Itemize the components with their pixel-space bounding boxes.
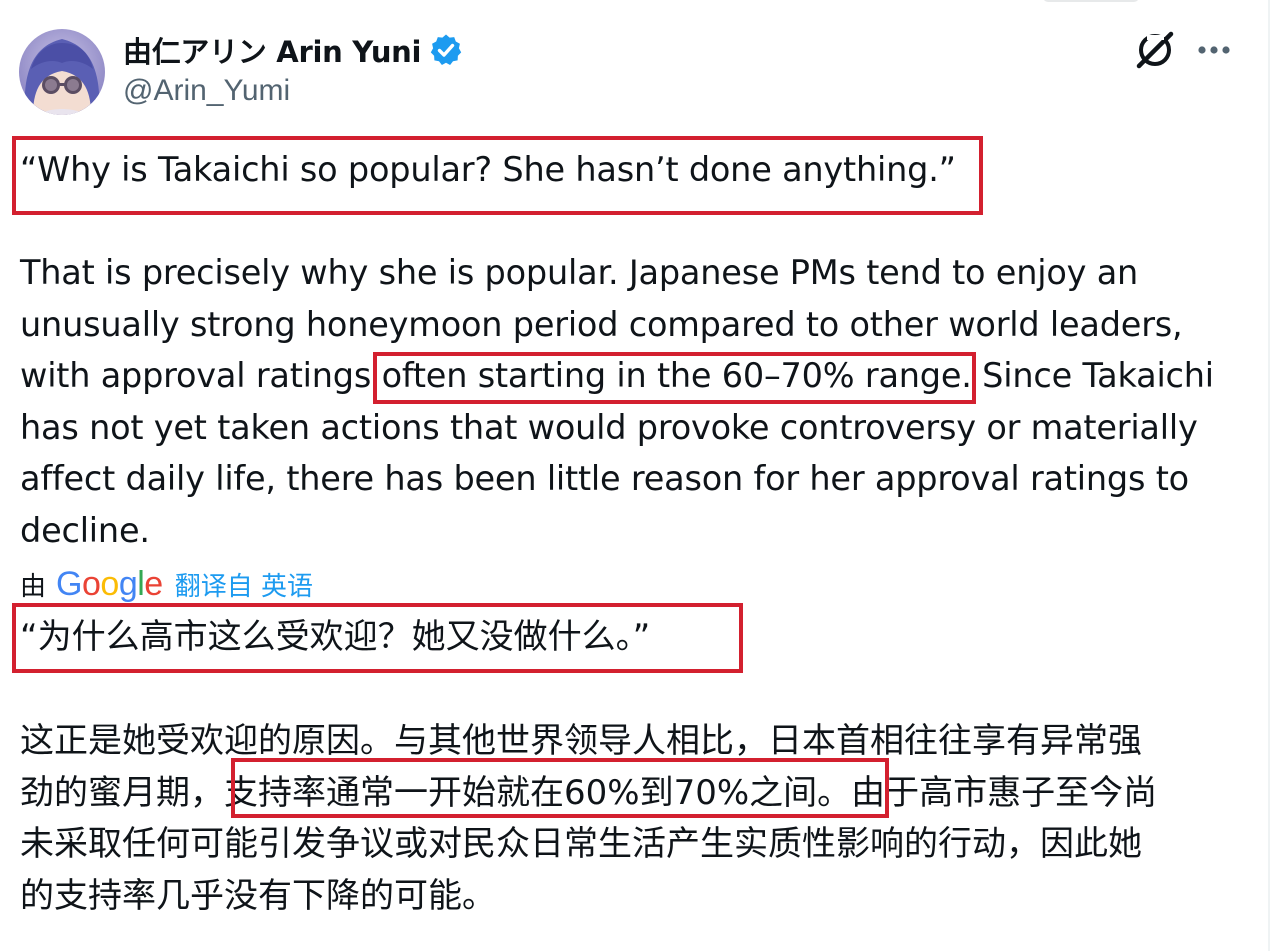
highlight-box-range-en	[373, 352, 976, 404]
avatar-image	[19, 29, 105, 115]
body-zh-line: 未采取任何可能引发争议或对民众日常生活产生实质性影响的行动，因此她	[20, 824, 1142, 864]
google-logo: Google	[56, 564, 163, 603]
body-en-line: That is precisely why she is popular. Ja…	[20, 253, 1139, 292]
author-display-name[interactable]: 由仁アリン Arin Yuni	[123, 29, 421, 71]
body-en-line: has not yet taken actions that would pro…	[20, 407, 1198, 447]
translated-from-link[interactable]: 翻译自 英语	[175, 566, 313, 603]
highlight-box-quote-zh	[12, 603, 743, 673]
grok-icon[interactable]	[1134, 29, 1176, 71]
author-name[interactable]: 由仁アリン Arin Yuni	[123, 28, 463, 72]
translation-attribution: 由 Google 翻译自 英语	[20, 564, 313, 604]
body-en-line: affect daily life, there has been little…	[20, 459, 1189, 498]
highlight-box-quote-en	[12, 136, 983, 215]
body-en-line: decline.	[20, 510, 150, 550]
tweet-screenshot: 由仁アリン Arin Yuni @Arin_Yumi “Why is Takai…	[0, 0, 1280, 951]
highlight-box-range-zh	[231, 758, 889, 818]
column-divider	[1268, 0, 1270, 951]
more-options-icon[interactable]	[1196, 38, 1232, 62]
author-handle[interactable]: @Arin_Yumi	[123, 74, 290, 108]
translated-by-label: 由	[20, 571, 47, 602]
body-zh-line: 的支持率几乎没有下降的可能。	[20, 875, 496, 916]
verified-badge-icon[interactable]	[429, 33, 463, 67]
avatar[interactable]	[19, 29, 105, 115]
scroll-pill	[1043, 0, 1139, 2]
post-body-zh: 这正是她受欢迎的原因。与其他世界领导人相比，日本首相往往享有异常强 劲的蜜月期，…	[20, 716, 1157, 922]
body-en-line: unusually strong honeymoon period compar…	[20, 304, 1183, 344]
